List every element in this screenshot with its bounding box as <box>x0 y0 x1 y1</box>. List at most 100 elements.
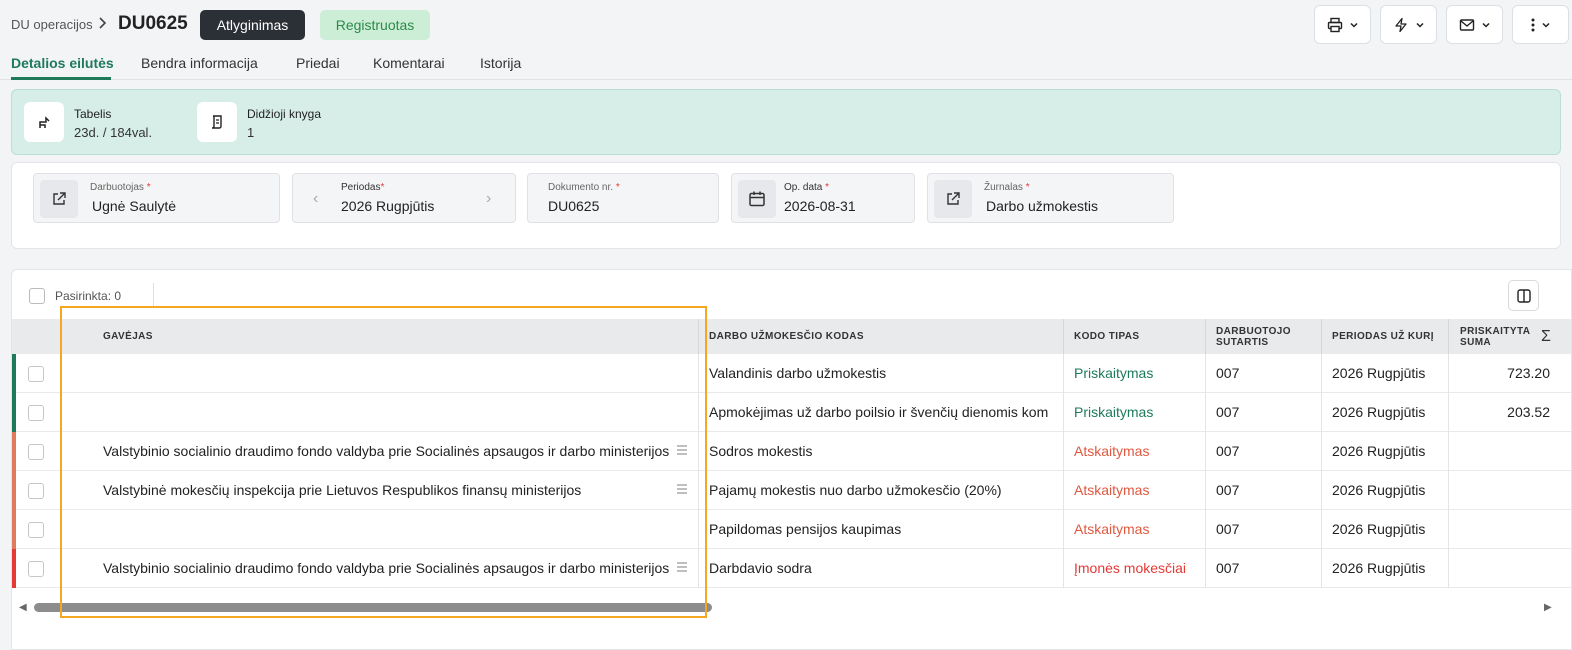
amount-cell: 723.20 <box>1507 365 1550 381</box>
recipient-cell: Valstybinė mokesčių inspekcija prie Liet… <box>103 482 582 498</box>
timesheet-icon[interactable] <box>24 102 64 142</box>
doc-number-field[interactable]: Dokumento nr. * DU0625 <box>527 173 719 223</box>
code-cell: Apmokėjimas už darbo poilsio ir švenčių … <box>709 404 1049 420</box>
code-type-cell: Atskaitymas <box>1074 521 1150 537</box>
doc-number-label: Dokumento nr. <box>548 182 614 193</box>
select-all-checkbox[interactable] <box>29 288 45 304</box>
lightning-icon <box>1394 17 1407 32</box>
menu-lines-icon[interactable] <box>676 444 688 456</box>
tab-general-info[interactable]: Bendra informacija <box>141 55 258 71</box>
tab-comments[interactable]: Komentarai <box>373 55 445 71</box>
row-checkbox[interactable] <box>28 483 44 499</box>
scroll-left-icon[interactable]: ◀ <box>19 602 27 613</box>
row-checkbox[interactable] <box>28 405 44 421</box>
column-header-code-type[interactable]: KODO TIPAS <box>1074 319 1139 354</box>
selected-count: Pasirinkta: 0 <box>55 289 122 303</box>
print-button[interactable] <box>1314 5 1371 44</box>
table-row[interactable]: Valandinis darbo užmokestis Priskaitymas 0… <box>12 354 1571 393</box>
column-header-contract[interactable]: DARBUOTOJO SUTARTIS <box>1216 319 1291 354</box>
scroll-right-icon[interactable]: ▶ <box>1544 602 1552 613</box>
ledger-value: 1 <box>247 125 255 140</box>
calendar-icon[interactable] <box>738 180 776 218</box>
mail-icon <box>1459 18 1474 31</box>
table-row[interactable]: Valstybinė mokesčių inspekcija prie Liet… <box>12 471 1571 510</box>
period-value: 2026 Rugpjūtis <box>341 198 435 214</box>
row-checkbox[interactable] <box>28 366 44 382</box>
chevron-right-icon <box>99 17 107 29</box>
horizontal-scrollbar[interactable]: ◀ ▶ <box>12 599 1571 615</box>
type-badge: Atlyginimas <box>200 10 305 40</box>
period-cell: 2026 Rugpjūtis <box>1332 482 1426 498</box>
period-label: Periodas <box>341 182 381 193</box>
op-date-label: Op. data <box>784 182 823 193</box>
period-field[interactable]: ‹ Periodas* 2026 Rugpjūtis › <box>292 173 516 223</box>
employee-label: Darbuotojas <box>90 182 144 193</box>
employee-field[interactable]: Darbuotojas * Ugnė Saulytė <box>33 173 280 223</box>
doc-number-value: DU0625 <box>548 198 600 214</box>
column-header-recipient[interactable]: GAVĖJAS <box>103 319 153 354</box>
op-date-value: 2026-08-31 <box>784 198 856 214</box>
contract-cell: 007 <box>1216 482 1240 498</box>
external-link-icon[interactable] <box>934 180 972 218</box>
period-cell: 2026 Rugpjūtis <box>1332 443 1426 459</box>
columns-icon <box>1516 288 1531 303</box>
code-cell: Sodros mokestis <box>709 443 813 459</box>
actions-button[interactable] <box>1380 5 1437 44</box>
timesheet-value: 23d. / 184val. <box>74 125 153 140</box>
contract-cell: 007 <box>1216 560 1240 576</box>
table-row[interactable]: Valstybinio socialinio draudimo fondo va… <box>12 549 1571 588</box>
table-row[interactable]: Papildomas pensijos kaupimas Atskaitymas 0… <box>12 510 1571 549</box>
journal-field[interactable]: Žurnalas * Darbo užmokestis <box>927 173 1174 223</box>
contract-cell: 007 <box>1216 365 1240 381</box>
chevron-left-icon[interactable]: ‹ <box>313 190 318 208</box>
code-type-cell: Priskaitymas <box>1074 365 1154 381</box>
menu-lines-icon[interactable] <box>676 561 688 573</box>
chevron-right-icon[interactable]: › <box>486 190 491 208</box>
tab-bar: Detalios eilutės Bendra informacija Prie… <box>0 52 1572 80</box>
recipient-cell: Valstybinio socialinio draudimo fondo va… <box>103 443 669 459</box>
row-status-bar <box>12 393 16 432</box>
contract-cell: 007 <box>1216 404 1240 420</box>
sum-icon[interactable]: Σ <box>1541 319 1551 354</box>
external-link-icon[interactable] <box>40 180 78 218</box>
breadcrumb[interactable]: DU operacijos <box>11 17 93 32</box>
row-checkbox[interactable] <box>28 444 44 460</box>
row-status-bar <box>12 510 16 549</box>
tab-detail-lines[interactable]: Detalios eilutės <box>11 55 114 71</box>
row-checkbox[interactable] <box>28 522 44 538</box>
code-type-cell: Atskaitymas <box>1074 443 1150 459</box>
summary-strip: Tabelis 23d. / 184val. Didžioji knyga 1 <box>11 89 1561 155</box>
tab-history[interactable]: Istorija <box>480 55 521 71</box>
email-button[interactable] <box>1446 5 1503 44</box>
ledger-icon[interactable] <box>197 102 237 142</box>
scrollbar-thumb[interactable] <box>34 603 712 612</box>
row-status-bar <box>12 471 16 510</box>
code-type-cell: Įmonės mokesčiai <box>1074 560 1187 576</box>
column-header-period[interactable]: PERIODAS UŽ KURĮ <box>1332 319 1434 354</box>
table-row[interactable]: Valstybinio socialinio draudimo fondo va… <box>12 432 1571 471</box>
row-status-bar <box>12 549 16 588</box>
table-row[interactable]: Apmokėjimas už darbo poilsio ir švenčių … <box>12 393 1571 432</box>
chevron-down-icon <box>1415 22 1424 28</box>
chevron-down-icon <box>1481 22 1490 28</box>
period-cell: 2026 Rugpjūtis <box>1332 365 1426 381</box>
status-badge: Registruotas <box>320 10 430 40</box>
menu-lines-icon[interactable] <box>676 483 688 495</box>
timesheet-label: Tabelis <box>74 107 112 121</box>
column-header-code[interactable]: DARBO UŽMOKESČIO KODAS <box>709 319 864 354</box>
journal-label: Žurnalas <box>984 182 1023 193</box>
ledger-label: Didžioji knyga <box>247 107 322 121</box>
code-type-cell: Atskaitymas <box>1074 482 1150 498</box>
column-header-amount[interactable]: PRISKAITYTA SUMA <box>1460 319 1530 354</box>
code-type-cell: Priskaitymas <box>1074 404 1154 420</box>
row-checkbox[interactable] <box>28 561 44 577</box>
employee-value: Ugnė Saulytė <box>92 198 177 214</box>
code-cell: Papildomas pensijos kaupimas <box>709 521 902 537</box>
divider <box>153 283 154 307</box>
printer-icon <box>1327 17 1342 32</box>
op-date-field[interactable]: Op. data * 2026-08-31 <box>731 173 915 223</box>
tab-attachments[interactable]: Priedai <box>296 55 340 71</box>
columns-toggle-button[interactable] <box>1508 280 1539 311</box>
more-options-button[interactable] <box>1512 5 1569 44</box>
period-cell: 2026 Rugpjūtis <box>1332 560 1426 576</box>
